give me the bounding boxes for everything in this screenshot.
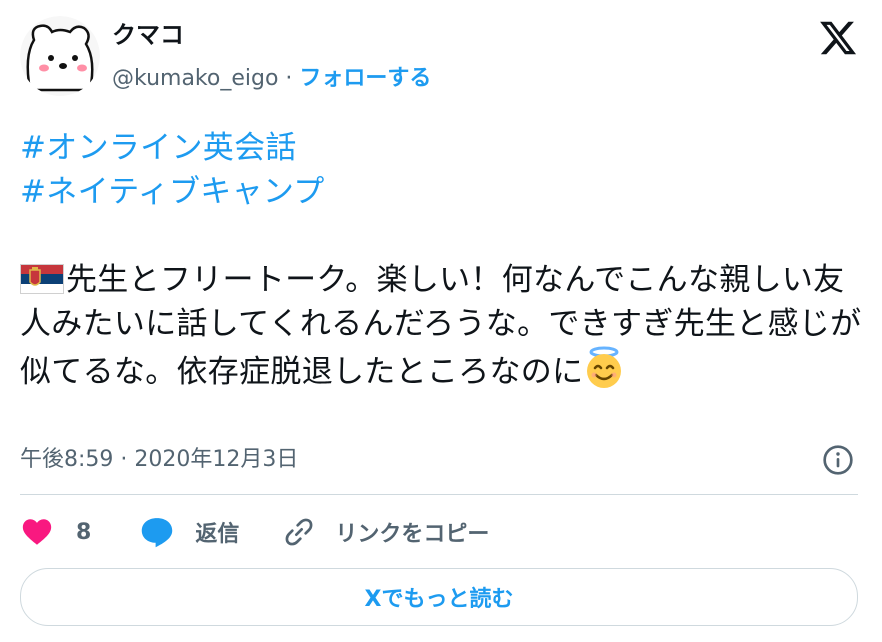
hashtag-link[interactable]: #オンライン英会話 (20, 126, 862, 170)
reply-label: 返信 (195, 522, 240, 547)
divider (20, 494, 858, 495)
follow-button[interactable]: フォローする (299, 66, 431, 91)
like-button[interactable]: 8 (20, 515, 91, 549)
reply-button[interactable]: 返信 (139, 515, 239, 549)
handle-row: @kumako_eigo · フォローする (112, 62, 431, 96)
copy-link-label: リンクをコピー (335, 522, 490, 547)
separator-dot: · (278, 66, 300, 91)
tweet-text: #オンライン英会話 #ネイティブキャンプ 先生とフリートーク。楽しい！何なんでこ… (20, 126, 862, 394)
x-logo-icon[interactable] (818, 18, 858, 58)
smiling-face-with-halo-icon (587, 346, 622, 388)
copy-link-button[interactable]: リンクをコピー (283, 516, 489, 548)
link-icon (285, 518, 313, 546)
read-more-button[interactable]: Xでもっと読む (20, 568, 858, 626)
timestamp-link[interactable]: 午後8:59 · 2020年12月3日 (20, 444, 298, 476)
serbia-flag-icon (20, 264, 64, 294)
reply-bubble-icon (142, 518, 173, 548)
info-icon[interactable] (822, 444, 854, 476)
display-name[interactable]: クマコ (112, 18, 184, 52)
tweet-body: 先生とフリートーク。楽しい！何なんでこんな親しい友人みたいに話してくれるんだろう… (20, 258, 862, 394)
user-handle[interactable]: @kumako_eigo (112, 66, 278, 91)
hashtag-link[interactable]: #ネイティブキャンプ (20, 170, 862, 214)
tweet-body-text: 先生とフリートーク。楽しい！何なんでこんな親しい友人みたいに話してくれるんだろう… (20, 262, 862, 390)
avatar[interactable] (20, 16, 100, 96)
action-bar: 8 返信 リンクをコピー (20, 512, 489, 552)
like-count: 8 (76, 519, 92, 545)
bear-avatar-image (20, 16, 100, 96)
heart-icon (22, 519, 52, 545)
